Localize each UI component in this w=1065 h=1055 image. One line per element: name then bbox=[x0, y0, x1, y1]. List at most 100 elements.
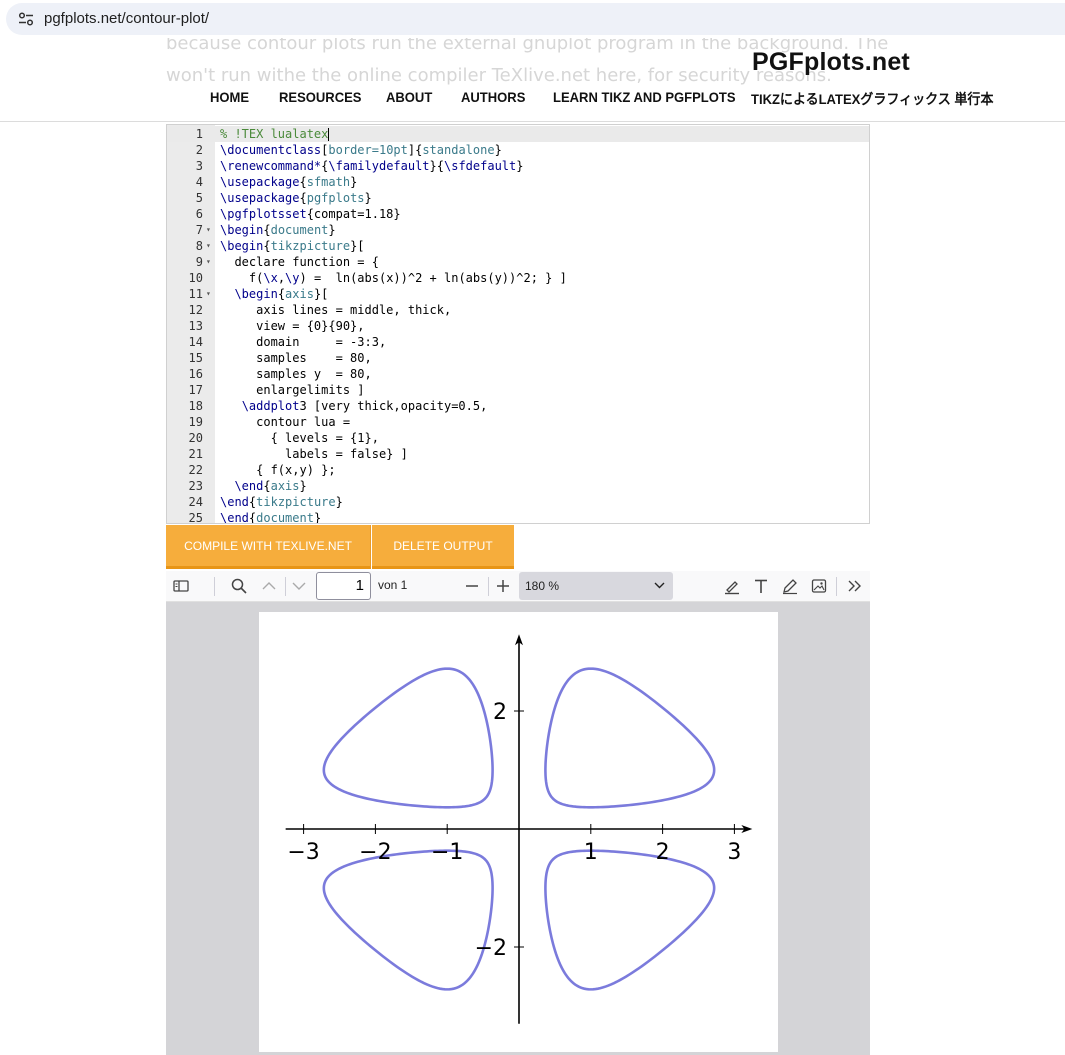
zoom-out-icon[interactable] bbox=[463, 577, 481, 595]
line-number: 9 bbox=[195, 255, 203, 269]
fold-arrow-icon[interactable]: ▾ bbox=[206, 286, 211, 302]
code-text: \renewcommand*{\familydefault}{\sfdefaul… bbox=[220, 159, 524, 173]
line-number: 22 bbox=[188, 463, 203, 477]
x-tick-label: 1 bbox=[584, 840, 598, 865]
code-line[interactable]: 5 \usepackage{pgfplots} bbox=[167, 190, 869, 206]
address-bar[interactable]: pgfplots.net/contour-plot/ bbox=[6, 3, 1065, 35]
code-line[interactable]: 10 f(\x,\y) = ln(abs(x))^2 + ln(abs(y))^… bbox=[167, 270, 869, 286]
draw-icon[interactable] bbox=[781, 577, 799, 595]
code-line[interactable]: 1 % !TEX lualatex bbox=[167, 126, 869, 142]
code-line[interactable]: 9 ▾ declare function = { bbox=[167, 254, 869, 270]
code-line[interactable]: 17 enlargelimits ] bbox=[167, 382, 869, 398]
code-line[interactable]: 4 \usepackage{sfmath} bbox=[167, 174, 869, 190]
x-tick-label: −3 bbox=[287, 840, 319, 865]
contour-line bbox=[544, 667, 716, 809]
code-line[interactable]: 23 \end{axis} bbox=[167, 478, 869, 494]
code-line[interactable]: 14 domain = -3:3, bbox=[167, 334, 869, 350]
code-editor[interactable]: 1 % !TEX lualatex 2 \documentclass[border=1… bbox=[166, 124, 870, 524]
toolbar-separator bbox=[488, 577, 489, 596]
code-text: axis lines = middle, thick, bbox=[220, 303, 452, 317]
line-number: 1 bbox=[195, 127, 203, 141]
code-line[interactable]: 15 samples = 80, bbox=[167, 350, 869, 366]
site-title[interactable]: PGFplots.net bbox=[752, 48, 910, 77]
next-page-icon[interactable] bbox=[290, 577, 308, 595]
search-icon[interactable] bbox=[230, 577, 248, 595]
code-line[interactable]: 2 \documentclass[border=10pt]{standalone} bbox=[167, 142, 869, 158]
zoom-select[interactable]: 180 % bbox=[519, 572, 673, 600]
delete-output-button[interactable]: DELETE OUTPUT bbox=[372, 525, 514, 569]
line-number: 20 bbox=[188, 431, 203, 445]
nav-learn-tikz[interactable]: LEARN TIKZ AND PGFPLOTS bbox=[553, 89, 736, 105]
code-text: labels = false} ] bbox=[220, 447, 408, 461]
nav-home[interactable]: HOME bbox=[210, 89, 249, 105]
x-tick-label: −1 bbox=[431, 840, 463, 865]
code-line[interactable]: 6 \pgfplotsset{compat=1.18} bbox=[167, 206, 869, 222]
contour-line bbox=[322, 849, 494, 991]
compile-button[interactable]: COMPILE WITH TEXLIVE.NET bbox=[166, 525, 371, 569]
contour-line bbox=[544, 849, 716, 991]
toolbar-separator bbox=[836, 577, 837, 596]
code-text: \documentclass[border=10pt]{standalone} bbox=[220, 143, 502, 157]
code-text: \pgfplotsset{compat=1.18} bbox=[220, 207, 401, 221]
line-number: 3 bbox=[195, 159, 203, 173]
more-tools-icon[interactable] bbox=[846, 577, 864, 595]
page-number-input[interactable]: 1 bbox=[316, 572, 371, 600]
image-icon[interactable] bbox=[810, 577, 828, 595]
line-number: 21 bbox=[188, 447, 203, 461]
line-number: 11 bbox=[188, 287, 203, 301]
code-text: enlargelimits ] bbox=[220, 383, 365, 397]
line-number: 5 bbox=[195, 191, 203, 205]
line-number: 15 bbox=[188, 351, 203, 365]
sidebar-toggle-icon[interactable] bbox=[172, 577, 190, 595]
code-line[interactable]: 13 view = {0}{90}, bbox=[167, 318, 869, 334]
code-line[interactable]: 24 \end{tikzpicture} bbox=[167, 494, 869, 510]
code-line[interactable]: 12 axis lines = middle, thick, bbox=[167, 302, 869, 318]
background-paragraph-line: won't run withe the online compiler TeXl… bbox=[166, 65, 832, 86]
code-line[interactable]: 8 ▾ \begin{tikzpicture}[ bbox=[167, 238, 869, 254]
code-line[interactable]: 19 contour lua = bbox=[167, 414, 869, 430]
contour-plot: −3 −2 −1 1 2 3 −2 2 bbox=[285, 634, 753, 1024]
line-number: 13 bbox=[188, 319, 203, 333]
code-text: contour lua = bbox=[220, 415, 351, 429]
nav-about[interactable]: ABOUT bbox=[386, 89, 432, 105]
nav-authors[interactable]: AUTHORS bbox=[461, 89, 525, 105]
nav-resources[interactable]: RESOURCES bbox=[279, 89, 361, 105]
pdf-toolbar: 1 von 1 180 % bbox=[166, 571, 870, 602]
fold-arrow-icon[interactable]: ▾ bbox=[206, 222, 211, 238]
code-line[interactable]: 20 { levels = {1}, bbox=[167, 430, 869, 446]
url-text[interactable]: pgfplots.net/contour-plot/ bbox=[44, 10, 209, 27]
code-text: \end{tikzpicture} bbox=[220, 495, 343, 509]
pdf-viewer[interactable]: −3 −2 −1 1 2 3 −2 2 bbox=[166, 602, 870, 1055]
line-number: 17 bbox=[188, 383, 203, 397]
text-tool-icon[interactable] bbox=[752, 577, 770, 595]
line-number: 19 bbox=[188, 415, 203, 429]
line-number: 10 bbox=[188, 271, 203, 285]
code-line[interactable]: 18 \addplot3 [very thick,opacity=0.5, bbox=[167, 398, 869, 414]
code-line[interactable]: 3 \renewcommand*{\familydefault}{\sfdefau… bbox=[167, 158, 869, 174]
previous-page-icon[interactable] bbox=[260, 577, 278, 595]
main-nav: HOME RESOURCES ABOUT AUTHORS LEARN TIKZ … bbox=[0, 89, 1065, 111]
highlight-icon[interactable] bbox=[723, 577, 741, 595]
code-line[interactable]: 21 labels = false} ] bbox=[167, 446, 869, 462]
line-number: 24 bbox=[188, 495, 203, 509]
page-count-label: von 1 bbox=[378, 578, 408, 592]
toolbar-separator bbox=[214, 577, 215, 596]
fold-arrow-icon[interactable]: ▾ bbox=[206, 254, 211, 270]
y-tick-label: −2 bbox=[475, 936, 507, 961]
site-settings-icon[interactable] bbox=[18, 12, 34, 26]
code-text: \usepackage{sfmath} bbox=[220, 175, 358, 189]
fold-arrow-icon[interactable]: ▾ bbox=[206, 238, 211, 254]
toolbar-separator bbox=[285, 577, 286, 596]
nav-tikz-book[interactable]: TIKZによるLATEXグラフィックス 単行本 bbox=[751, 89, 993, 109]
line-number: 25 bbox=[188, 511, 203, 524]
code-line[interactable]: 22 { f(x,y) }; bbox=[167, 462, 869, 478]
x-tick-label: 2 bbox=[656, 840, 670, 865]
zoom-in-icon[interactable] bbox=[494, 577, 512, 595]
pdf-page: −3 −2 −1 1 2 3 −2 2 bbox=[259, 612, 778, 1052]
y-tick-label: 2 bbox=[493, 700, 507, 725]
code-line[interactable]: 7 ▾ \begin{document} bbox=[167, 222, 869, 238]
code-text: \usepackage{pgfplots} bbox=[220, 191, 372, 205]
code-line[interactable]: 16 samples y = 80, bbox=[167, 366, 869, 382]
code-line[interactable]: 11 ▾ \begin{axis}[ bbox=[167, 286, 869, 302]
code-line[interactable]: 25 \end{document} bbox=[167, 510, 869, 524]
